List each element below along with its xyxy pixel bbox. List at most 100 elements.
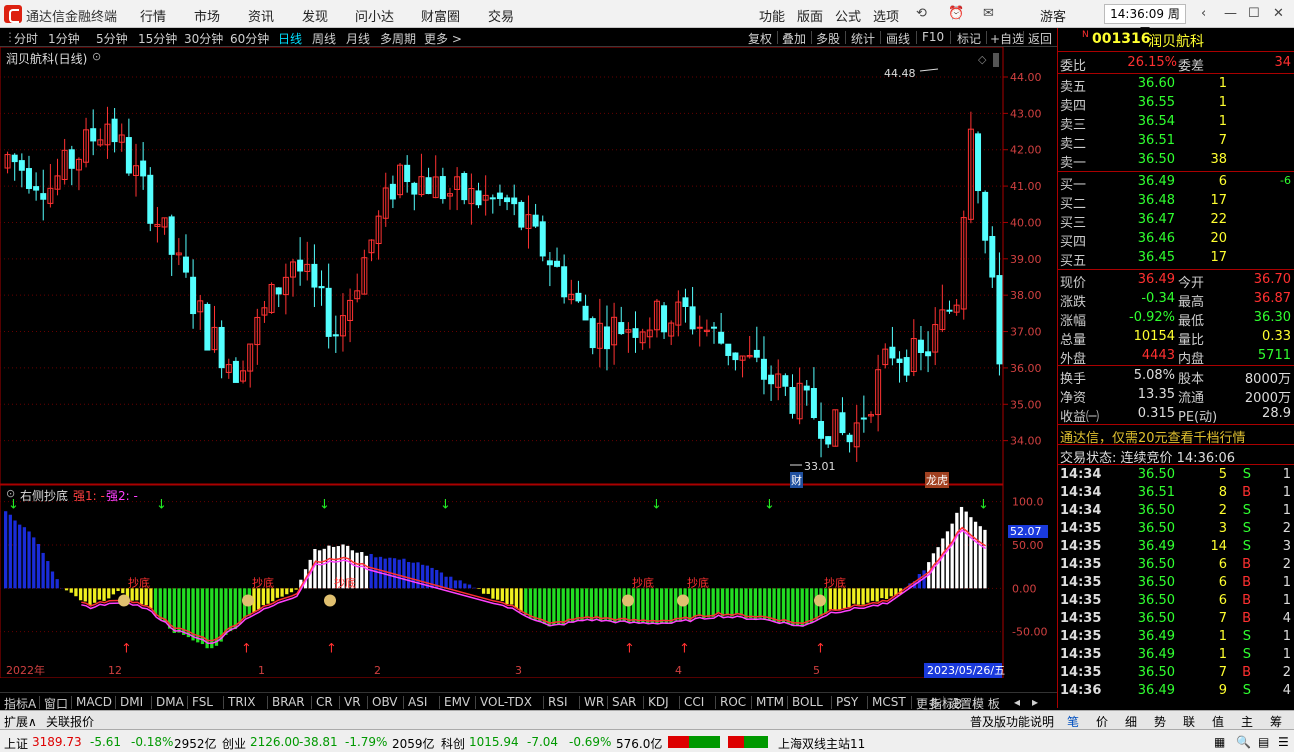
right-tab[interactable]: 价 <box>1096 713 1108 730</box>
ask-price[interactable]: 36.51 <box>1138 133 1175 148</box>
bottom-signal-coin-icon[interactable] <box>324 594 336 607</box>
right-tab[interactable]: 笔 <box>1067 713 1079 730</box>
tab-30min[interactable]: 30分钟 <box>184 30 223 47</box>
candle-body[interactable] <box>539 221 546 257</box>
minimize-icon[interactable]: — <box>1224 6 1237 21</box>
candle-body[interactable] <box>818 421 825 439</box>
candle-body[interactable] <box>825 436 832 445</box>
candle-body[interactable] <box>204 303 211 351</box>
btn-fanhui[interactable]: 返回 <box>1028 30 1052 47</box>
candle-body[interactable] <box>546 260 553 266</box>
candle-body[interactable] <box>753 349 760 358</box>
btn-tongji[interactable]: 统计 <box>851 30 875 47</box>
candle-body[interactable] <box>18 160 25 171</box>
candle-body[interactable] <box>439 176 446 200</box>
menu-banmian[interactable]: 版面 <box>797 6 823 25</box>
candle-body[interactable] <box>925 351 932 357</box>
chart-icon[interactable]: ▤ <box>1258 735 1269 749</box>
candle-body[interactable] <box>661 305 668 333</box>
candle-body[interactable] <box>275 287 282 295</box>
event-cai[interactable]: 财 <box>790 472 803 488</box>
candle-body[interactable] <box>11 154 18 163</box>
candle-body[interactable] <box>632 328 639 338</box>
indicator-tab[interactable]: DMA <box>156 695 184 709</box>
right-tab[interactable]: 细 <box>1125 713 1137 730</box>
indicator-tab[interactable]: CR <box>316 695 333 709</box>
refresh-icon[interactable]: ⟲ <box>916 6 927 21</box>
ask-price[interactable]: 36.55 <box>1138 95 1175 110</box>
network-icon[interactable]: ▦ <box>1214 735 1225 749</box>
candle-body[interactable] <box>889 346 896 359</box>
candle-body[interactable] <box>917 339 924 353</box>
candle-body[interactable] <box>33 186 40 191</box>
candle-body[interactable] <box>711 326 718 329</box>
settings-icon[interactable]: ☰ <box>1278 735 1289 749</box>
candle-body[interactable] <box>461 173 468 201</box>
candle-body[interactable] <box>25 168 32 189</box>
stock-name[interactable]: 润贝航科 <box>1148 31 1204 51</box>
candle-body[interactable] <box>989 236 996 278</box>
indicator-tab[interactable]: MTM <box>756 695 784 709</box>
candle-body[interactable] <box>732 352 739 361</box>
btn-diejia[interactable]: 叠加 <box>782 30 806 47</box>
indicator-tab[interactable]: DMI <box>120 695 143 709</box>
right-tab[interactable]: 联 <box>1183 713 1195 730</box>
tab-scroll-left-icon[interactable]: ◂ <box>1014 695 1020 709</box>
candle-body[interactable] <box>846 434 853 443</box>
candle-body[interactable] <box>125 137 132 174</box>
candle-body[interactable] <box>618 322 625 335</box>
right-tab[interactable]: 势 <box>1154 713 1166 730</box>
candle-body[interactable] <box>803 385 810 391</box>
candle-body[interactable] <box>404 164 411 183</box>
ask-price[interactable]: 36.50 <box>1138 152 1175 167</box>
candle-body[interactable] <box>532 214 539 227</box>
menu-zixun[interactable]: 资讯 <box>248 6 274 25</box>
kline-chart[interactable]: 44.00 43.00 42.00 41.00 40.00 39.00 38.00 37.00… <box>0 46 1057 693</box>
btn-fuquan[interactable]: 复权 <box>748 30 772 47</box>
right-tab[interactable]: 值 <box>1212 713 1224 730</box>
indicator-tab[interactable]: TRIX <box>228 695 255 709</box>
candle-body[interactable] <box>40 193 47 200</box>
menu-wenxiaoda[interactable]: 问小达 <box>355 6 394 25</box>
candle-body[interactable] <box>789 387 796 414</box>
event-longhu[interactable]: 龙虎 <box>925 472 949 488</box>
tab-scroll-right-icon[interactable]: ▸ <box>1032 695 1038 709</box>
candle-body[interactable] <box>389 183 396 200</box>
candle-body[interactable] <box>561 266 568 298</box>
candle-body[interactable] <box>575 292 582 302</box>
candle-body[interactable] <box>504 197 511 203</box>
chart-title-dropdown-icon[interactable]: ⊙ <box>92 50 101 63</box>
candle-body[interactable] <box>496 192 503 200</box>
btn-zixuan[interactable]: +自选 <box>990 30 1024 47</box>
cy-label[interactable]: 创业 <box>222 735 246 752</box>
indicator-tab[interactable]: PSY <box>836 695 858 709</box>
tab-weekly[interactable]: 周线 <box>312 30 336 47</box>
candle-body[interactable] <box>946 309 953 312</box>
candle-body[interactable] <box>475 190 482 206</box>
candle-body[interactable] <box>603 326 610 350</box>
chart-canvas[interactable]: 44.0043.0042.0041.0040.0039.0038.0037.00… <box>0 46 1057 693</box>
candle-body[interactable] <box>190 276 197 315</box>
indicator-tab[interactable]: ASI <box>408 695 427 709</box>
indicator-tab[interactable]: KDJ <box>648 695 669 709</box>
ask-price[interactable]: 36.60 <box>1138 76 1175 91</box>
extend-toggle[interactable]: 扩展∧ <box>4 713 37 730</box>
candle-body[interactable] <box>411 182 418 195</box>
candle-body[interactable] <box>147 174 154 224</box>
candle-body[interactable] <box>860 417 867 420</box>
candle-body[interactable] <box>996 275 1003 365</box>
search-icon[interactable]: 🔍 <box>1236 735 1251 749</box>
candle-body[interactable] <box>982 191 989 241</box>
candle-body[interactable] <box>782 375 789 387</box>
candle-body[interactable] <box>903 357 910 376</box>
user-label[interactable]: 游客 <box>1040 6 1066 25</box>
menu-faxian[interactable]: 发现 <box>302 6 328 25</box>
candle-body[interactable] <box>682 297 689 307</box>
candle-body[interactable] <box>232 360 239 383</box>
maximize-icon[interactable]: ☐ <box>1248 6 1260 21</box>
candle-body[interactable] <box>554 260 561 267</box>
tab-multi-period[interactable]: 多周期 <box>380 30 416 47</box>
bottom-signal-coin-icon[interactable] <box>622 594 634 607</box>
back-icon[interactable]: ‹ <box>1201 6 1206 21</box>
menu-gongshi[interactable]: 公式 <box>835 6 861 25</box>
